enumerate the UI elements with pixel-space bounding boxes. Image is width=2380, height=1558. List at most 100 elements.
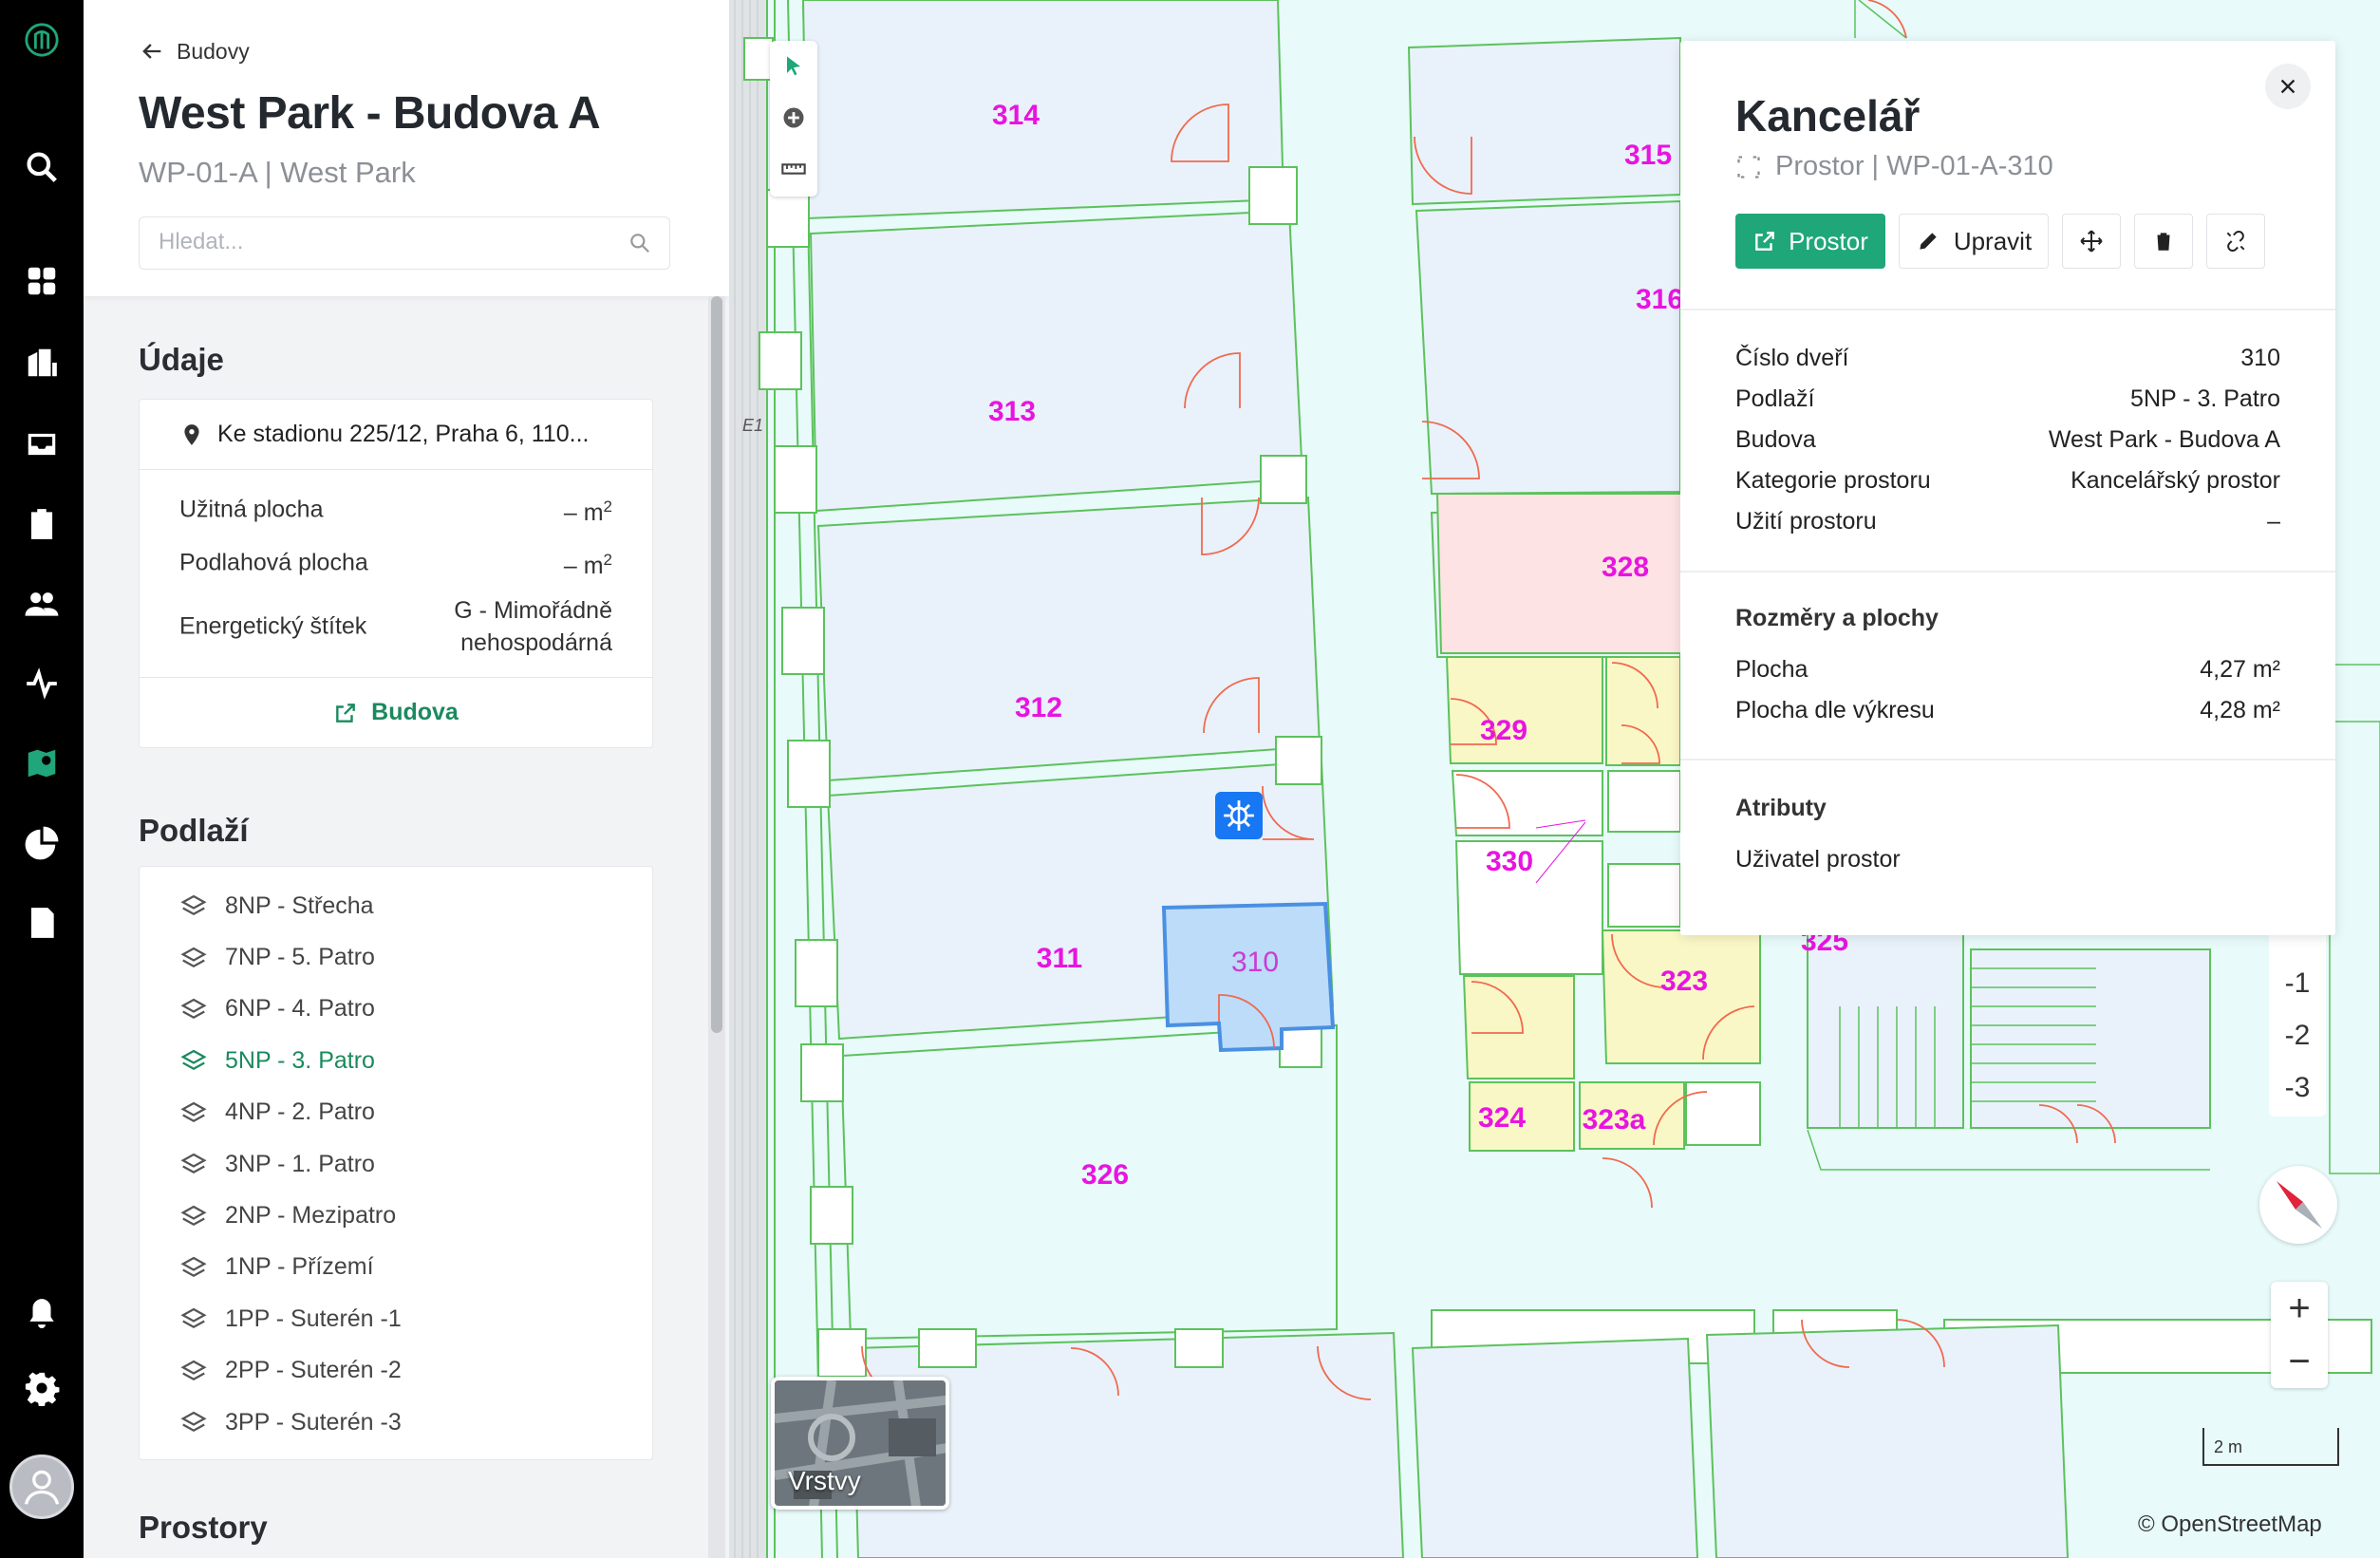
room-label-323a[interactable]: 323a — [1583, 1104, 1646, 1136]
compass-icon — [2277, 1181, 2322, 1229]
back-label: Budovy — [177, 38, 250, 64]
zoom-in-button[interactable]: + — [2271, 1282, 2328, 1335]
settings-icon[interactable] — [21, 1367, 63, 1409]
address-row: Ke stadionu 225/12, Praha 6, 110... — [140, 400, 652, 470]
sidebar-scrollbar[interactable] — [708, 296, 725, 1558]
map-pin-icon[interactable] — [21, 742, 63, 784]
room-label-315[interactable]: 315 — [1624, 140, 1672, 172]
room-label-314[interactable]: 314 — [992, 100, 1040, 132]
buildings-icon[interactable] — [21, 342, 63, 384]
floor-item-2pp[interactable]: 2PP - Suterén -2 — [140, 1345, 652, 1397]
address-text: Ke stadionu 225/12, Praha 6, 110... — [217, 421, 590, 447]
floors-list: 8NP - Střecha 7NP - 5. Patro 6NP - 4. Pa… — [139, 866, 653, 1461]
measure-tool[interactable] — [770, 143, 817, 195]
space-subtitle: Prostor | WP-01-A-310 — [1735, 151, 2053, 182]
floors-heading: Podlaží — [139, 813, 249, 848]
room-label-311[interactable]: 311 — [1037, 943, 1082, 975]
add-tool[interactable] — [770, 92, 817, 143]
energy-label-row: Energetický štítek G - Mimořádně nehospod… — [140, 590, 652, 664]
floor-button-minus-1[interactable]: -1 — [2269, 957, 2326, 1009]
dashboard-icon[interactable] — [21, 260, 63, 302]
floor-item-8np[interactable]: 8NP - Střecha — [140, 880, 652, 931]
pie-chart-icon[interactable] — [21, 822, 63, 864]
floor-item-1np[interactable]: 1NP - Přízemí — [140, 1242, 652, 1293]
users-icon[interactable] — [21, 583, 63, 625]
details-card: Ke stadionu 225/12, Praha 6, 110... Užit… — [139, 399, 653, 748]
dim-row-area: Plocha 4,27 m² — [1735, 656, 2280, 683]
external-link-icon — [1755, 232, 1774, 251]
layers-icon — [180, 998, 207, 1020]
map-scale: 2 m — [2202, 1428, 2339, 1466]
page-subtitle: WP-01-A | West Park — [139, 156, 416, 189]
divider — [1680, 759, 2335, 760]
room-label-310[interactable]: 310 — [1231, 947, 1279, 979]
building-link[interactable]: Budova — [140, 677, 652, 747]
logo-icon[interactable] — [21, 19, 63, 61]
divider — [1680, 309, 2335, 310]
floor-item-1pp[interactable]: 1PP - Suterén -1 — [140, 1293, 652, 1344]
compass-button[interactable] — [2259, 1166, 2337, 1244]
layers-icon — [180, 1308, 207, 1329]
floor-switcher: -1 -2 -3 — [2269, 910, 2326, 1117]
room-label-316[interactable]: 316 — [1636, 284, 1683, 316]
select-tool[interactable] — [770, 41, 817, 92]
floor-item-2np[interactable]: 2NP - Mezipatro — [140, 1190, 652, 1241]
map-toolbar — [770, 41, 817, 197]
floor-item-6np[interactable]: 6NP - 4. Patro — [140, 984, 652, 1035]
attributes-heading: Atributy — [1735, 795, 1827, 821]
floor-item-4np[interactable]: 4NP - 2. Patro — [140, 1087, 652, 1138]
info-row-building: Budova West Park - Budova A — [1735, 426, 2280, 453]
floor-button-minus-2[interactable]: -2 — [2269, 1009, 2326, 1061]
bell-icon[interactable] — [21, 1293, 63, 1335]
floor-item-7np[interactable]: 7NP - 5. Patro — [140, 931, 652, 983]
activity-icon[interactable] — [21, 663, 63, 704]
energy-label-label: Energetický štítek — [179, 612, 367, 640]
hvac-sensor-icon[interactable] — [1215, 792, 1263, 839]
room-label-330[interactable]: 330 — [1486, 846, 1533, 878]
layers-label: Vrstvy — [788, 1466, 861, 1495]
open-space-button[interactable]: Prostor — [1735, 214, 1885, 269]
search-icon — [630, 234, 649, 253]
search-icon[interactable] — [21, 146, 63, 188]
delete-button[interactable] — [2134, 214, 2193, 269]
space-title: Kancelář — [1735, 91, 1921, 141]
room-label-324[interactable]: 324 — [1478, 1102, 1526, 1135]
floor-area-label: Podlahová plocha — [179, 549, 368, 576]
layers-button[interactable]: Vrstvy — [771, 1377, 949, 1510]
edit-button[interactable]: Upravit — [1899, 214, 2049, 269]
room-label-329[interactable]: 329 — [1480, 715, 1527, 747]
floor-item-5np[interactable]: 5NP - 3. Patro — [140, 1035, 652, 1086]
map-attribution[interactable]: © OpenStreetMap — [2138, 1511, 2322, 1538]
move-icon — [2080, 230, 2103, 253]
room-label-323[interactable]: 323 — [1660, 966, 1708, 998]
trash-icon — [2155, 233, 2172, 251]
close-button[interactable] — [2265, 64, 2311, 109]
layers-icon — [180, 1360, 207, 1380]
user-avatar-icon[interactable] — [9, 1455, 74, 1519]
floor-button-minus-3[interactable]: -3 — [2269, 1061, 2326, 1114]
plus-circle-icon — [783, 107, 804, 128]
inbox-icon[interactable] — [21, 423, 63, 465]
ruler-icon — [781, 163, 806, 175]
info-row-category: Kategorie prostoru Kancelářský prostor — [1735, 467, 2280, 494]
search-input[interactable] — [140, 217, 595, 267]
unlink-button[interactable] — [2206, 214, 2265, 269]
room-label-326[interactable]: 326 — [1081, 1159, 1129, 1192]
clipboard-icon[interactable] — [21, 503, 63, 545]
back-link[interactable]: Budovy — [139, 38, 250, 65]
move-button[interactable] — [2062, 214, 2121, 269]
zoom-out-button[interactable]: − — [2271, 1335, 2328, 1388]
layers-icon — [180, 947, 207, 967]
info-row-door-number: Číslo dveří 310 — [1735, 345, 2280, 371]
room-label-313[interactable]: 313 — [988, 396, 1036, 428]
reports-icon[interactable] — [21, 902, 63, 944]
floor-item-3pp[interactable]: 3PP - Suterén -3 — [140, 1397, 652, 1448]
dimensions-heading: Rozměry a plochy — [1735, 605, 1939, 631]
map-marker-icon — [184, 423, 199, 445]
pencil-icon — [1920, 233, 1937, 250]
room-label-328[interactable]: 328 — [1602, 552, 1649, 584]
dim-row-drawing-area: Plocha dle výkresu 4,28 m² — [1735, 697, 2280, 723]
floor-item-3np[interactable]: 3NP - 1. Patro — [140, 1138, 652, 1190]
room-label-312[interactable]: 312 — [1015, 692, 1062, 724]
divider — [1680, 571, 2335, 573]
